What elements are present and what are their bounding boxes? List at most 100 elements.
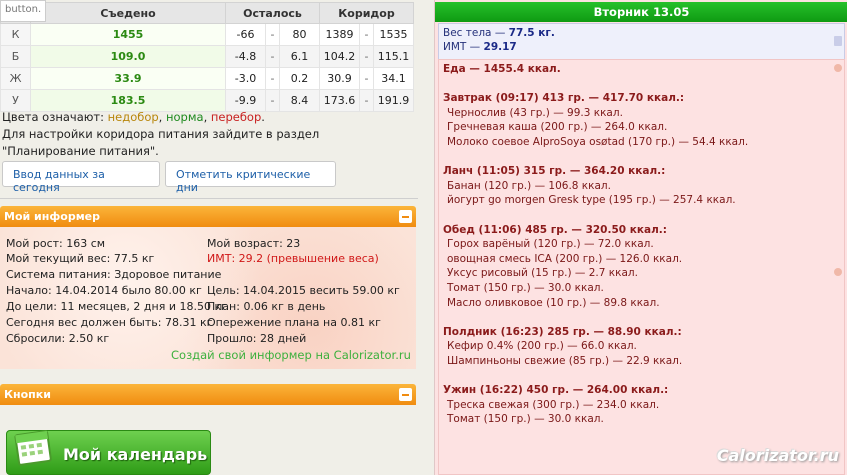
legend-perebor: перебор — [210, 110, 262, 124]
enter-today-button[interactable]: Ввод данных за сегодня — [2, 161, 160, 194]
informer-dropped: Сбросили: 2.50 кг — [6, 332, 110, 345]
weight-box: Вес тела — 77.5 кг. ИМТ — 29.17 — [438, 23, 845, 60]
remaining-to: 80 — [279, 23, 320, 46]
meal-header: Завтрак (09:17) 413 гр. — 417.70 ккал.: — [443, 92, 685, 105]
legend-norma: норма — [165, 110, 204, 124]
table-header-row: Съедено Осталось Коридор — [0, 2, 414, 24]
table-header-eaten: Съедено — [30, 2, 226, 24]
food-total: Еда — 1455.4 ккал. — [443, 63, 561, 75]
calendar-button-label: Мой календарь — [63, 445, 208, 464]
legend-line: Цвета означают: недобор, норма, перебор. — [2, 109, 414, 126]
eaten-value: 33.9 — [30, 67, 226, 90]
legend-separator: , — [203, 110, 211, 124]
color-legend: Цвета означают: недобор, норма, перебор.… — [2, 109, 414, 160]
informer-system: Система питания: Здоровое питание — [6, 268, 222, 281]
informer-panel-header[interactable]: Мой информер — [0, 206, 416, 227]
informer-title: Мой информер — [4, 210, 101, 223]
corridor-from: 30.9 — [319, 67, 360, 90]
informer-plan: План: 0.06 кг в день — [207, 300, 326, 313]
table-row: К 1455 -66 - 80 1389 - 1535 — [0, 23, 414, 46]
food-item: Томат (150 гр.) — 30.0 ккал. — [447, 281, 604, 294]
table-header-corridor: Коридор — [319, 2, 414, 24]
informer-goal: Цель: 14.04.2015 весить 59.00 кг — [207, 284, 400, 297]
remaining-from: -4.8 — [225, 45, 266, 68]
eaten-value: 109.0 — [30, 45, 226, 68]
day-panel: Вторник 13.05 Вес тела — 77.5 кг. ИМТ — … — [434, 0, 847, 475]
my-calendar-button[interactable]: Мой календарь — [6, 430, 211, 475]
edit-icon[interactable] — [834, 64, 842, 72]
collapse-icon[interactable] — [399, 388, 412, 401]
row-label: Б — [0, 45, 31, 68]
bmi-value: 29.17 — [483, 41, 517, 53]
corridor-to: 115.1 — [373, 45, 414, 68]
weight-value: 77.5 кг. — [508, 27, 555, 39]
informer-to-goal: До цели: 11 месяцев, 2 дня и 18.50 кг — [6, 300, 227, 313]
day-title: Вторник 13.05 — [435, 2, 847, 22]
range-dash: - — [265, 67, 280, 90]
informer-passed: Прошло: 28 дней — [207, 332, 307, 345]
informer-ahead: Опережение плана на 0.81 кг — [207, 316, 381, 329]
corridor-from: 1389 — [319, 23, 360, 46]
range-dash: - — [359, 45, 374, 68]
food-item: Шампиньоны свежие (85 гр.) — 22.9 ккал. — [447, 354, 683, 367]
meal-header: Обед (11:06) 485 гр. — 320.50 ккал.: — [443, 223, 667, 236]
nutrition-table: Съедено Осталось Коридор К 1455 -66 - 80… — [0, 2, 414, 112]
corridor-to: 34.1 — [373, 67, 414, 90]
food-item: Банан (120 гр.) — 106.8 ккал. — [447, 179, 611, 192]
food-log: Еда — 1455.4 ккал. Завтрак (09:17) 413 г… — [438, 59, 845, 475]
corridor-to: 1535 — [373, 23, 414, 46]
weight-label: Вес тела — — [443, 27, 509, 39]
food-item: Масло оливковое (10 гр.) — 89.8 ккал. — [447, 296, 660, 309]
meal-header: Ланч (11:05) 315 гр. — 364.20 ккал.: — [443, 165, 666, 178]
legend-end: . — [261, 110, 265, 124]
food-item: Кефир 0.4% (200 гр.) — 66.0 ккал. — [447, 340, 637, 353]
informer-should-weigh: Сегодня вес должен быть: 78.31 кг — [6, 316, 213, 329]
informer-height: Мой рост: 163 см — [6, 237, 106, 250]
food-item: Молоко соевое AlproSoya osøtad (170 гр.)… — [447, 135, 749, 148]
table-row: Ж 33.9 -3.0 - 0.2 30.9 - 34.1 — [0, 67, 414, 90]
edit-icon[interactable] — [834, 268, 842, 276]
weight-line: Вес тела — 77.5 кг. — [443, 26, 840, 40]
food-item: Горох варёный (120 гр.) — 72.0 ккал. — [447, 238, 654, 251]
range-dash: - — [359, 23, 374, 46]
corridor-from: 104.2 — [319, 45, 360, 68]
meal-header: Ужин (16:22) 450 гр. — 264.00 ккал.: — [443, 384, 669, 397]
legend-prefix: Цвета означают: — [2, 110, 108, 124]
food-item: Гречневая каша (200 гр.) — 264.0 ккал. — [447, 121, 668, 134]
left-panel: Съедено Осталось Коридор К 1455 -66 - 80… — [0, 0, 418, 475]
legend-note: Для настройки коридора питания зайдите в… — [2, 127, 320, 158]
meal-header: Полдник (16:23) 285 гр. — 88.90 ккал.: — [443, 325, 682, 338]
table-row: Б 109.0 -4.8 - 6.1 104.2 - 115.1 — [0, 45, 414, 68]
remaining-from: -3.0 — [225, 67, 266, 90]
mark-critical-days-button[interactable]: Отметить критические дни — [165, 161, 336, 194]
legend-nedobor: недобор — [107, 110, 159, 124]
collapse-icon[interactable] — [399, 210, 412, 223]
table-header-remaining: Осталось — [225, 2, 320, 24]
informer-bmi: ИМТ: 29.2 (превышение веса) — [207, 252, 379, 265]
divider — [0, 198, 418, 199]
eaten-value: 1455 — [30, 23, 226, 46]
bmi-line: ИМТ — 29.17 — [443, 40, 840, 54]
remaining-to: 0.2 — [279, 67, 320, 90]
informer-weight: Мой текущий вес: 77.5 кг — [6, 252, 155, 265]
create-informer-link[interactable]: Создай свой информер на Calorizator.ru — [171, 348, 411, 362]
remaining-to: 6.1 — [279, 45, 320, 68]
range-dash: - — [265, 23, 280, 46]
food-item: йогурт go morgen Gresk type (195 гр.) — … — [447, 194, 736, 207]
buttons-panel-header[interactable]: Кнопки — [0, 384, 416, 405]
edit-icon[interactable] — [834, 36, 842, 46]
bmi-label: ИМТ — — [443, 41, 484, 53]
food-item: Треска свежая (300 гр.) — 234.0 ккал. — [447, 398, 660, 411]
tooltip: button. — [0, 0, 46, 22]
range-dash: - — [265, 45, 280, 68]
remaining-from: -66 — [225, 23, 266, 46]
range-dash: - — [359, 67, 374, 90]
row-label: К — [0, 23, 31, 46]
informer-age: Мой возраст: 23 — [207, 237, 301, 250]
food-item: Чернослив (43 гр.) — 99.3 ккал. — [447, 106, 623, 119]
informer-start: Начало: 14.04.2014 было 80.00 кг — [6, 284, 202, 297]
watermark-logo: Calorizator.ru — [716, 446, 839, 465]
food-item: Томат (150 гр.) — 30.0 ккал. — [447, 413, 604, 426]
legend-separator: , — [158, 110, 166, 124]
food-item: Уксус рисовый (15 гр.) — 2.7 ккал. — [447, 267, 638, 280]
